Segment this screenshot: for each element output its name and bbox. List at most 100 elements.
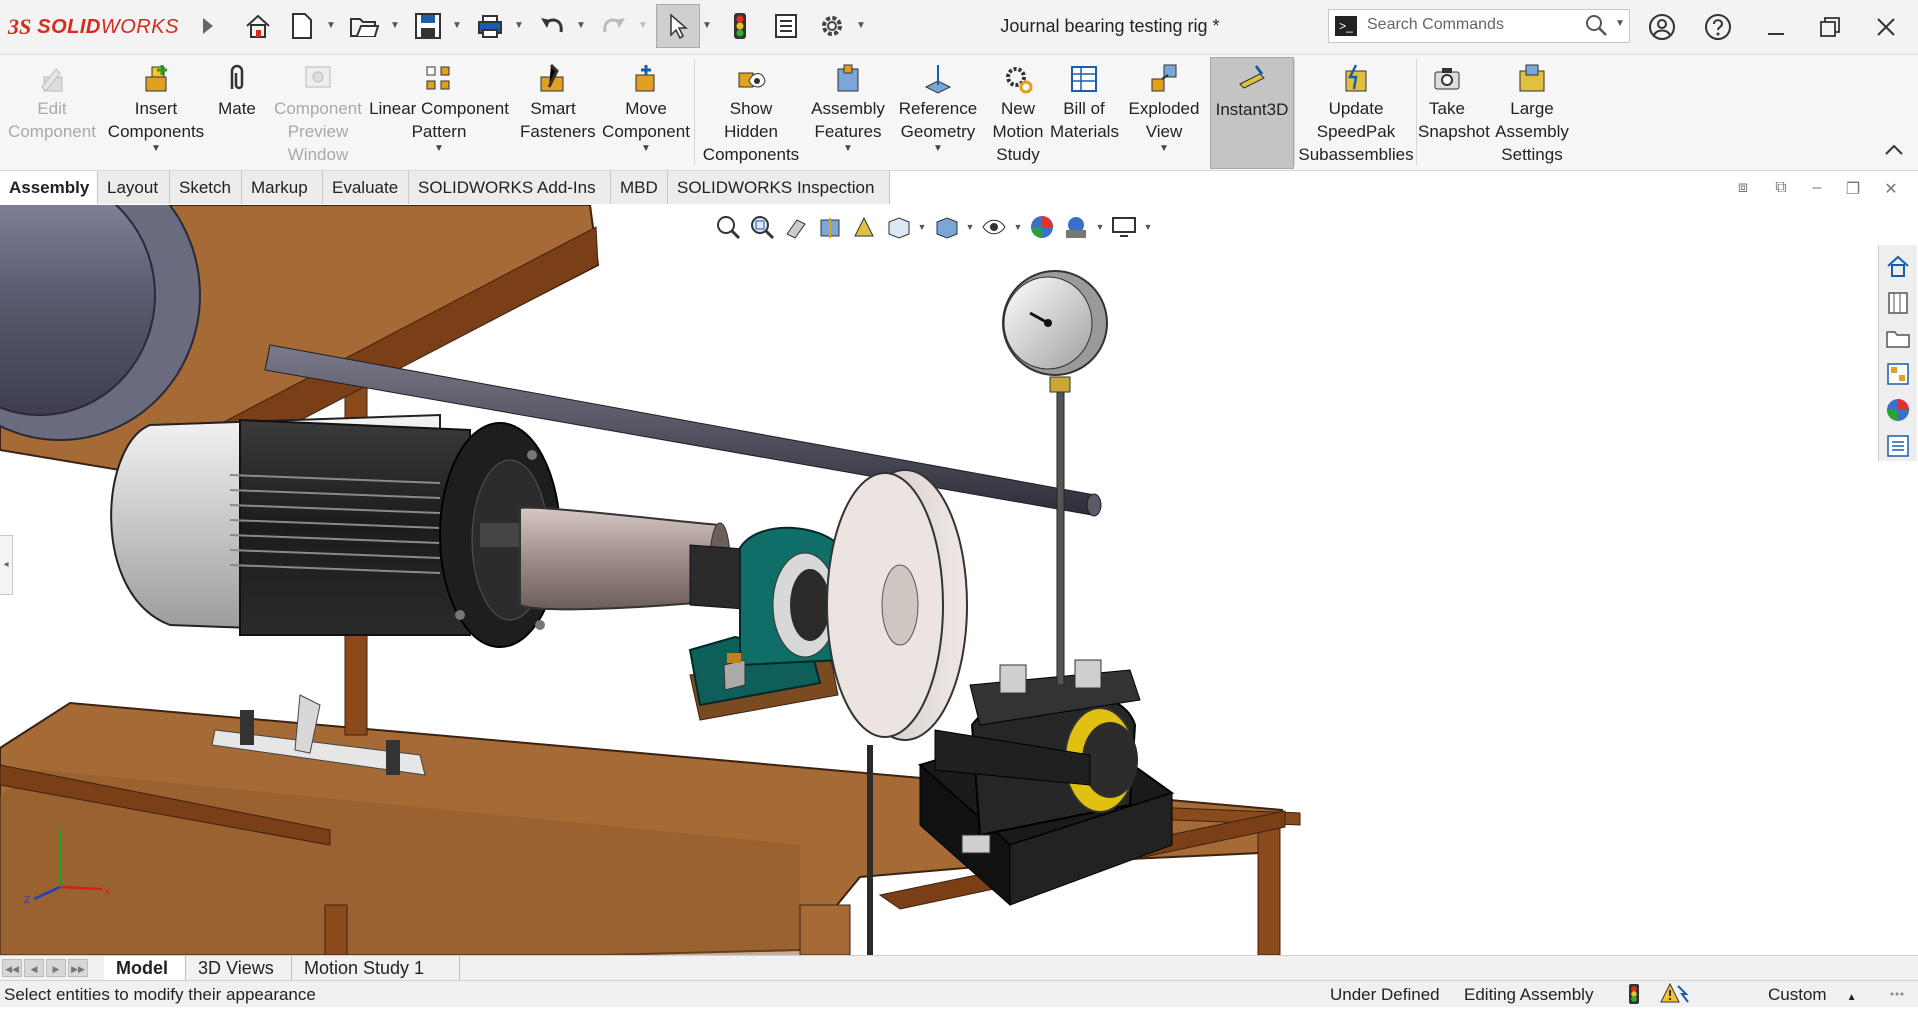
ribbon-button-bill-of-materials[interactable]: Bill of Materials bbox=[1050, 57, 1119, 169]
dropdown-arrow-icon[interactable]: ▼ bbox=[1094, 222, 1106, 232]
ribbon-button-label: Linear Component bbox=[369, 99, 509, 118]
tab-sketch[interactable]: Sketch bbox=[170, 171, 242, 204]
collapse-ribbon-icon[interactable] bbox=[1884, 140, 1904, 161]
feature-manager-expand-handle[interactable]: ◂ bbox=[0, 535, 13, 595]
ribbon-button-reference-geometry[interactable]: Reference Geometry ▼ bbox=[892, 57, 984, 169]
minimize-window-icon[interactable] bbox=[1758, 10, 1794, 44]
next-tab-button[interactable]: ▶ bbox=[46, 959, 66, 977]
previous-view-icon[interactable] bbox=[780, 211, 812, 243]
tab-solidworks-inspection[interactable]: SOLIDWORKS Inspection bbox=[668, 171, 890, 204]
tab-layout[interactable]: Layout bbox=[98, 171, 170, 204]
save-dropdown-icon[interactable]: ▼ bbox=[452, 20, 462, 32]
display-style-icon[interactable] bbox=[930, 211, 962, 243]
tab-assembly[interactable]: Assembly bbox=[0, 171, 98, 204]
ribbon-button-show-hidden-components[interactable]: Show Hidden Components bbox=[702, 57, 800, 169]
open-folder-icon[interactable] bbox=[346, 8, 382, 44]
options-gear-icon[interactable] bbox=[814, 8, 850, 44]
undo-dropdown-icon[interactable]: ▼ bbox=[576, 20, 586, 32]
restore-document-icon[interactable]: ❐ bbox=[1842, 179, 1864, 199]
select-dropdown-icon[interactable]: ▼ bbox=[702, 20, 712, 32]
open-dropdown-icon[interactable]: ▼ bbox=[390, 20, 400, 32]
home-icon[interactable] bbox=[240, 8, 276, 44]
ribbon-button-new-motion-study[interactable]: New Motion Study bbox=[988, 57, 1048, 169]
last-tab-button[interactable]: ▶▶ bbox=[68, 959, 88, 977]
tab-evaluate[interactable]: Evaluate bbox=[323, 171, 409, 204]
zoom-to-fit-icon[interactable] bbox=[712, 211, 744, 243]
design-library-icon[interactable] bbox=[1883, 287, 1913, 317]
custom-properties-icon[interactable] bbox=[1883, 431, 1913, 461]
dynamic-annotation-views-icon[interactable] bbox=[848, 211, 880, 243]
tab-mbd[interactable]: MBD bbox=[611, 171, 668, 204]
ribbon-button-linear-component-pattern[interactable]: Linear Component Pattern ▼ bbox=[362, 57, 516, 169]
new-document-icon[interactable] bbox=[284, 8, 320, 44]
dropdown-arrow-icon[interactable]: ▼ bbox=[1142, 222, 1154, 232]
resize-grip-icon[interactable] bbox=[1888, 985, 1906, 1008]
tab-motion-study-1[interactable]: Motion Study 1 bbox=[292, 956, 460, 981]
dropdown-arrow-icon[interactable]: ▼ bbox=[362, 143, 516, 155]
view-palette-icon[interactable] bbox=[1883, 359, 1913, 389]
dropdown-arrow-icon[interactable]: ▼ bbox=[892, 143, 984, 155]
user-account-icon[interactable] bbox=[1644, 10, 1680, 44]
first-tab-button[interactable]: ◀◀ bbox=[2, 959, 22, 977]
restore-window-icon[interactable] bbox=[1812, 10, 1848, 44]
help-icon[interactable] bbox=[1700, 10, 1736, 44]
print-icon[interactable] bbox=[472, 8, 508, 44]
close-window-icon[interactable] bbox=[1868, 10, 1904, 44]
what-is-wrong-warning-icon[interactable] bbox=[1660, 982, 1690, 1011]
tab-markup[interactable]: Markup bbox=[242, 171, 323, 204]
solidworks-resources-home-icon[interactable] bbox=[1883, 251, 1913, 281]
graphics-area[interactable]: ▼ ▼ ▼ ▼ ▼ ◂ Y X Z bbox=[0, 205, 1918, 955]
dropdown-arrow-icon[interactable]: ▼ bbox=[964, 222, 976, 232]
ribbon-button-instant3d[interactable]: Instant3D bbox=[1210, 57, 1294, 169]
ribbon-button-exploded-view[interactable]: Exploded View ▼ bbox=[1124, 57, 1204, 169]
dropdown-arrow-icon[interactable]: ▼ bbox=[916, 222, 928, 232]
print-dropdown-icon[interactable]: ▼ bbox=[514, 20, 524, 32]
save-icon[interactable] bbox=[410, 8, 446, 44]
dropdown-arrow-icon[interactable]: ▼ bbox=[1012, 222, 1024, 232]
apply-scene-icon[interactable] bbox=[1060, 211, 1092, 243]
ribbon-button-assembly-features[interactable]: Assembly Features ▼ bbox=[806, 57, 890, 169]
options-dropdown-icon[interactable]: ▼ bbox=[856, 20, 866, 32]
select-pointer-icon[interactable] bbox=[656, 4, 700, 48]
ribbon-button-move-component[interactable]: Move Component ▼ bbox=[590, 57, 702, 169]
view-settings-icon[interactable] bbox=[1108, 211, 1140, 243]
new-dropdown-icon[interactable]: ▼ bbox=[326, 20, 336, 32]
ribbon-button-mate-paperclip[interactable]: Mate bbox=[208, 57, 266, 169]
tile-left-icon[interactable]: ⧈ bbox=[1732, 179, 1754, 199]
search-dropdown-icon[interactable]: ▼ bbox=[1615, 18, 1625, 29]
ribbon-button-take-snapshot[interactable]: Take Snapshot bbox=[1418, 57, 1490, 169]
tab-3d-views[interactable]: 3D Views bbox=[186, 956, 292, 981]
ribbon-button-label: View bbox=[1145, 122, 1183, 141]
dropdown-arrow-icon[interactable]: ▼ bbox=[1124, 143, 1204, 155]
file-properties-icon[interactable] bbox=[768, 8, 804, 44]
tab-model[interactable]: Model bbox=[104, 956, 186, 981]
unit-dropdown-icon[interactable]: ▲ bbox=[1847, 992, 1857, 1003]
dropdown-arrow-icon[interactable]: ▼ bbox=[104, 143, 208, 155]
previous-tab-button[interactable]: ◀ bbox=[24, 959, 44, 977]
ribbon-button-large-assembly-settings[interactable]: Large Assembly Settings bbox=[1480, 57, 1584, 169]
minimize-document-icon[interactable]: – bbox=[1806, 179, 1828, 199]
dropdown-arrow-icon[interactable]: ▼ bbox=[590, 143, 702, 155]
ribbon-button-smart-fasteners[interactable]: Smart Fasteners bbox=[520, 57, 596, 169]
view-orientation-icon[interactable] bbox=[882, 211, 914, 243]
file-explorer-icon[interactable] bbox=[1883, 323, 1913, 353]
tile-right-icon[interactable]: ⧉ bbox=[1770, 179, 1792, 199]
tab-solidworks-add-ins[interactable]: SOLIDWORKS Add-Ins bbox=[409, 171, 611, 204]
undo-icon[interactable] bbox=[534, 8, 570, 44]
solidworks-logo[interactable]: 3S SOLIDWORKS bbox=[8, 12, 179, 42]
section-view-icon[interactable] bbox=[814, 211, 846, 243]
rebuild-traffic-light-icon[interactable] bbox=[722, 8, 758, 44]
close-document-icon[interactable]: ✕ bbox=[1880, 179, 1902, 199]
flyout-expand-icon[interactable] bbox=[190, 8, 226, 44]
assembly-model-view[interactable] bbox=[0, 205, 1918, 955]
hide-show-items-icon[interactable] bbox=[978, 211, 1010, 243]
search-commands-input[interactable]: >_ Search Commands ▼ bbox=[1328, 9, 1630, 43]
ribbon-button-insert-components[interactable]: Insert Components ▼ bbox=[104, 57, 208, 169]
zoom-to-area-icon[interactable] bbox=[746, 211, 778, 243]
appearances-scenes-icon[interactable] bbox=[1883, 395, 1913, 425]
dropdown-arrow-icon[interactable]: ▼ bbox=[806, 143, 890, 155]
edit-appearance-icon[interactable] bbox=[1026, 211, 1058, 243]
unit-system-dropdown[interactable]: Custom ▲ bbox=[1768, 985, 1856, 1005]
search-icon[interactable] bbox=[1585, 14, 1607, 43]
ribbon-button-update-speedpak[interactable]: Update SpeedPak Subassemblies bbox=[1296, 57, 1416, 169]
